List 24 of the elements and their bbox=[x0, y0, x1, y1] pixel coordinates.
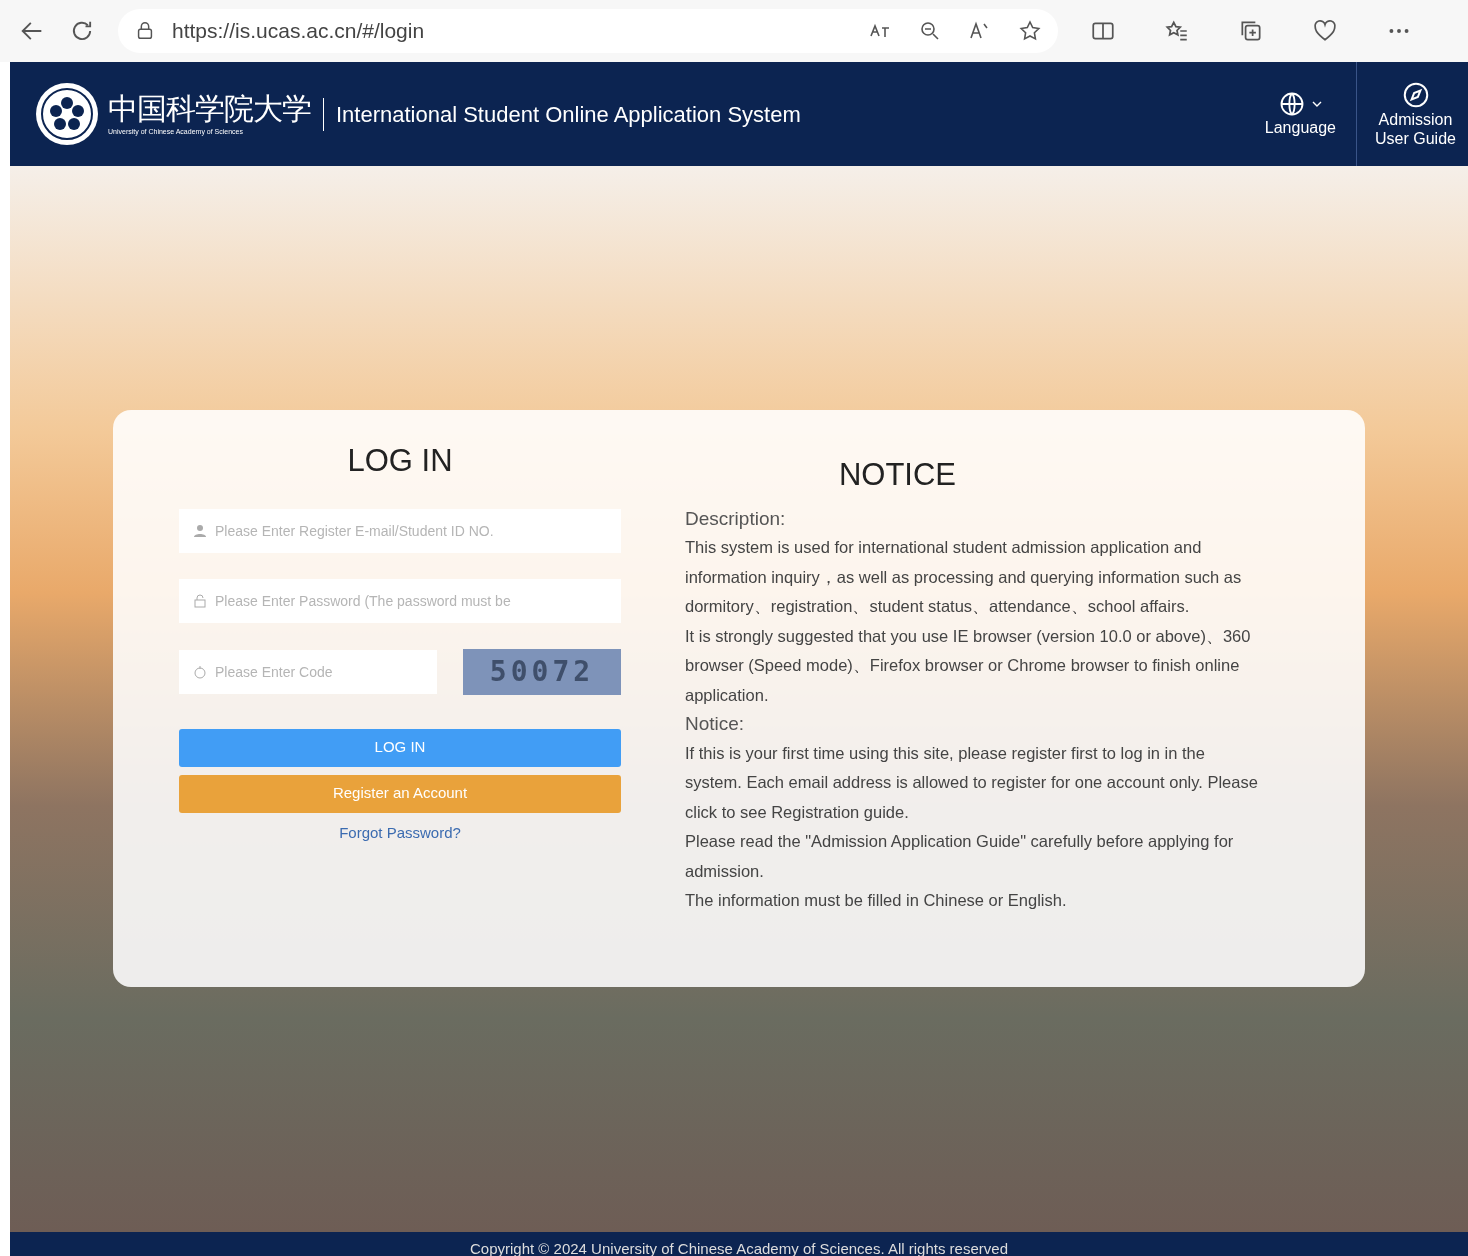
notice-paragraph: Please read the "Admission Application Guide" carefully before applying for admission. bbox=[685, 831, 1235, 882]
url-text: https://is.ucas.ac.cn/#/login bbox=[172, 18, 425, 45]
star-icon[interactable] bbox=[1018, 19, 1042, 43]
favorites-icon[interactable] bbox=[1164, 18, 1190, 44]
password-field[interactable]: Please Enter Password (The password must be bbox=[179, 578, 621, 623]
notice-paragraph: It is strongly suggested that you use IE browser (version 10.0 or above)、360 browser (Speed mode)、Firefox browser or Chrome browser to finish online application. bbox=[685, 625, 1252, 706]
forgot-password-link[interactable]: Forgot Password? bbox=[339, 823, 461, 841]
notice-title: NOTICE bbox=[837, 456, 958, 494]
email-field[interactable]: Please Enter Register E-mail/Student ID NO. bbox=[179, 508, 621, 553]
notice-paragraph: If this is your first time using this site, please register first to log in in the system. Each email address is allowed to register for one account only. Please click to see Registration guide. bbox=[685, 742, 1259, 823]
caret-icon bbox=[1312, 100, 1323, 109]
section-heading: Notice: bbox=[685, 712, 746, 736]
section-heading: Description: bbox=[685, 506, 787, 531]
system-title: International Student Online Application System bbox=[323, 97, 801, 131]
notice-paragraph: The information must be filled in Chinese or English. bbox=[685, 890, 1068, 911]
code-field[interactable]: Please Enter Code bbox=[179, 649, 437, 694]
login-title: LOG IN bbox=[346, 442, 454, 480]
collections-icon[interactable] bbox=[1238, 18, 1264, 44]
address-bar[interactable]: https://is.ucas.ac.cn/#/login bbox=[118, 9, 1058, 53]
logo-chinese-name: 中国科学院大学 bbox=[108, 93, 311, 124]
university-seal-icon bbox=[34, 81, 100, 147]
language-menu[interactable]: Language bbox=[1244, 90, 1356, 138]
guide-link[interactable]: "Admission Application Guide" bbox=[805, 832, 1026, 850]
notice-paragraph: This system is used for international student admission application and information inquiry，as well as processing and querying information such as dormitory、registration、student status、attendance、school affairs. bbox=[685, 537, 1243, 617]
